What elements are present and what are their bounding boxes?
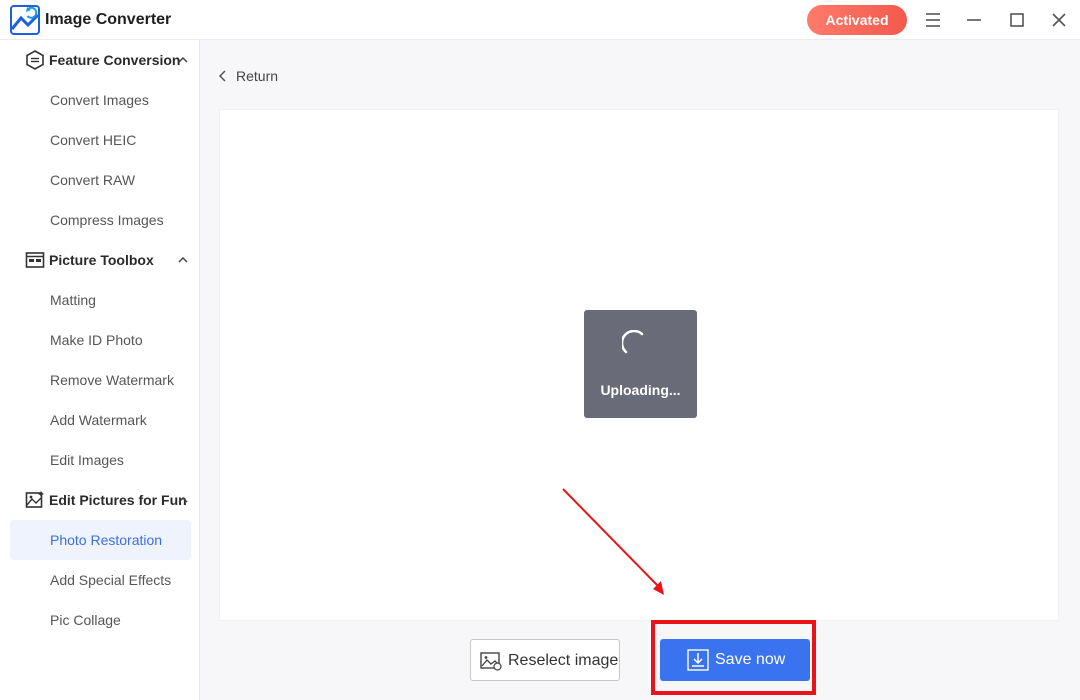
group-feature-conversion[interactable]: Feature Conversion bbox=[0, 40, 200, 80]
return-label: Return bbox=[236, 68, 279, 84]
sidebar-item-label: Edit Images bbox=[50, 452, 124, 468]
sidebar-item-label: Make ID Photo bbox=[50, 332, 143, 348]
toolbox-icon bbox=[25, 250, 45, 270]
image-icon bbox=[480, 652, 502, 671]
title-bar: Image Converter Activated bbox=[0, 0, 1080, 40]
conversion-icon bbox=[25, 50, 45, 70]
sidebar-item-remove-watermark[interactable]: Remove Watermark bbox=[10, 360, 191, 400]
maximize-icon[interactable] bbox=[1005, 8, 1029, 32]
sidebar-item-label: Convert HEIC bbox=[50, 132, 137, 148]
group-picture-toolbox[interactable]: Picture Toolbox bbox=[0, 240, 200, 280]
sidebar-item-edit-images[interactable]: Edit Images bbox=[10, 440, 191, 480]
sidebar-item-photo-restoration[interactable]: Photo Restoration bbox=[10, 520, 191, 560]
sidebar-item-pic-collage[interactable]: Pic Collage bbox=[10, 600, 191, 640]
loading-spinner-icon bbox=[622, 330, 650, 358]
fun-pictures-icon bbox=[25, 490, 45, 510]
chevron-up-icon bbox=[177, 254, 189, 266]
sidebar-item-convert-heic[interactable]: Convert HEIC bbox=[10, 120, 191, 160]
upload-status-text: Uploading... bbox=[600, 382, 681, 398]
reselect-label: Reselect image bbox=[508, 652, 619, 669]
save-now-button[interactable]: Save now bbox=[660, 639, 810, 681]
sidebar-item-label: Matting bbox=[50, 292, 96, 308]
chevron-up-icon bbox=[177, 54, 189, 66]
save-label: Save now bbox=[715, 651, 786, 668]
sidebar-item-label: Compress Images bbox=[50, 212, 164, 228]
uploading-overlay: Uploading... bbox=[584, 310, 697, 418]
sidebar-item-label: Remove Watermark bbox=[50, 372, 174, 388]
sidebar-item-label: Add Special Effects bbox=[50, 572, 172, 588]
group-label: Picture Toolbox bbox=[49, 252, 154, 268]
reselect-image-button[interactable]: Reselect image bbox=[470, 639, 620, 681]
sidebar: Feature Conversion Convert Images Conver… bbox=[0, 40, 200, 700]
chevron-up-icon bbox=[177, 494, 189, 506]
app-logo-icon bbox=[10, 5, 40, 35]
sidebar-item-add-watermark[interactable]: Add Watermark bbox=[10, 400, 191, 440]
sidebar-item-add-special-effects[interactable]: Add Special Effects bbox=[10, 560, 191, 600]
sidebar-item-compress-images[interactable]: Compress Images bbox=[10, 200, 191, 240]
sidebar-item-convert-raw[interactable]: Convert RAW bbox=[10, 160, 191, 200]
app-title: Image Converter bbox=[45, 11, 172, 28]
sidebar-item-label: Convert RAW bbox=[50, 172, 136, 188]
minimize-icon[interactable] bbox=[962, 8, 986, 32]
chevron-left-icon bbox=[218, 70, 226, 82]
group-label: Feature Conversion bbox=[49, 52, 181, 68]
sidebar-item-label: Convert Images bbox=[50, 92, 149, 108]
sidebar-item-label: Photo Restoration bbox=[50, 532, 163, 548]
sidebar-item-matting[interactable]: Matting bbox=[10, 280, 191, 320]
menu-icon[interactable] bbox=[921, 8, 945, 32]
sidebar-item-label: Add Watermark bbox=[50, 412, 147, 428]
close-icon[interactable] bbox=[1047, 8, 1071, 32]
annotation-arrow bbox=[562, 488, 664, 595]
sidebar-item-convert-images[interactable]: Convert Images bbox=[10, 80, 191, 120]
group-label: Edit Pictures for Fun bbox=[49, 492, 187, 508]
group-edit-pictures-for-fun[interactable]: Edit Pictures for Fun bbox=[0, 480, 200, 520]
download-icon bbox=[687, 649, 709, 671]
activated-button[interactable]: Activated bbox=[807, 5, 907, 35]
sidebar-item-make-id-photo[interactable]: Make ID Photo bbox=[10, 320, 191, 360]
sidebar-item-label: Pic Collage bbox=[50, 612, 121, 628]
